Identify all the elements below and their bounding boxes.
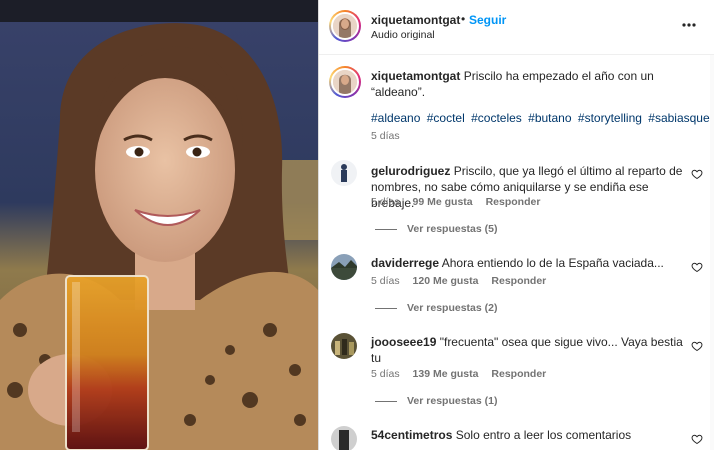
reply-button[interactable]: Responder: [486, 196, 541, 208]
hashtag-link[interactable]: #cocteles: [471, 111, 522, 125]
commenter-avatar-image: [331, 254, 357, 280]
comment-body: Solo entro a leer los comentarios: [455, 428, 632, 442]
commenter-avatar-image: [331, 426, 357, 450]
more-horizontal-icon[interactable]: [681, 18, 697, 32]
comment-time[interactable]: 5 días: [371, 275, 400, 287]
reply-button[interactable]: Responder: [491, 275, 546, 287]
replies-line: [375, 228, 397, 230]
commenter-username[interactable]: daviderrege: [371, 256, 439, 270]
caption-avatar-image: [333, 70, 357, 94]
author-avatar[interactable]: [329, 10, 361, 42]
post-video[interactable]: [0, 0, 318, 450]
hashtag-link[interactable]: #storytelling: [578, 111, 642, 125]
heart-icon[interactable]: [691, 433, 703, 445]
comments-scrollbar[interactable]: [710, 55, 714, 450]
heart-icon[interactable]: [691, 261, 703, 273]
comment-time[interactable]: 5 días: [371, 196, 400, 208]
caption-text: xiquetamontgat Priscilo ha empezado el a…: [371, 68, 691, 100]
post-header: xiquetamontgat • Seguir Audio original: [319, 0, 714, 55]
commenter-avatar-image: [331, 160, 357, 186]
caption-username[interactable]: xiquetamontgat: [371, 69, 460, 83]
hashtag-link[interactable]: #aldeano: [371, 111, 420, 125]
commenter-avatar-image: [331, 333, 357, 359]
comment-likes[interactable]: 139 Me gusta: [413, 368, 479, 380]
author-avatar-image: [333, 14, 357, 38]
replies-line: [375, 307, 397, 309]
caption-timestamp[interactable]: 5 días: [371, 130, 400, 142]
commenter-avatar[interactable]: [331, 160, 357, 186]
comment-likes[interactable]: 99 Me gusta: [413, 196, 473, 208]
commenter-username[interactable]: joooseee19: [371, 335, 436, 349]
comment-text: 54centimetros Solo entro a leer los come…: [371, 427, 689, 443]
view-replies-label: Ver respuestas (1): [407, 395, 498, 407]
comment-likes[interactable]: 120 Me gusta: [413, 275, 479, 287]
commenter-avatar[interactable]: [331, 426, 357, 450]
hashtag-link[interactable]: #butano: [528, 111, 571, 125]
author-username[interactable]: xiquetamontgat: [371, 13, 460, 27]
view-replies-button[interactable]: Ver respuestas (1): [375, 395, 497, 407]
caption-avatar[interactable]: [329, 66, 361, 98]
separator-dot: •: [461, 12, 466, 26]
follow-button[interactable]: Seguir: [469, 13, 506, 27]
comment-text: joooseee19 "frecuenta" osea que sigue vi…: [371, 334, 689, 366]
post-panel: xiquetamontgat • Seguir Audio original x…: [318, 0, 714, 450]
comment-text: daviderrege Ahora entiendo lo de la Espa…: [371, 255, 689, 271]
comment-meta: 5 días 120 Me gusta Responder: [371, 275, 556, 287]
view-replies-button[interactable]: Ver respuestas (2): [375, 302, 497, 314]
view-replies-label: Ver respuestas (5): [407, 223, 498, 235]
hashtag-link[interactable]: #sabiasque: [648, 111, 709, 125]
heart-icon[interactable]: [691, 168, 703, 180]
video-frame: [0, 0, 318, 450]
commenter-username[interactable]: gelurodriguez: [371, 164, 450, 178]
commenter-avatar[interactable]: [331, 333, 357, 359]
comment-time[interactable]: 5 días: [371, 368, 400, 380]
comment-body: Ahora entiendo lo de la España vaciada..…: [441, 256, 664, 270]
commenter-avatar[interactable]: [331, 254, 357, 280]
comment-meta: 5 días 139 Me gusta Responder: [371, 368, 556, 380]
hashtag-list: #aldeano #coctel #cocteles #butano #stor…: [371, 111, 713, 125]
view-replies-label: Ver respuestas (2): [407, 302, 498, 314]
view-replies-button[interactable]: Ver respuestas (5): [375, 223, 497, 235]
comment-meta: 5 días 99 Me gusta Responder: [371, 196, 550, 208]
hashtag-link[interactable]: #coctel: [427, 111, 465, 125]
audio-label[interactable]: Audio original: [371, 29, 435, 41]
heart-icon[interactable]: [691, 340, 703, 352]
commenter-username[interactable]: 54centimetros: [371, 428, 452, 442]
reply-button[interactable]: Responder: [491, 368, 546, 380]
replies-line: [375, 400, 397, 402]
